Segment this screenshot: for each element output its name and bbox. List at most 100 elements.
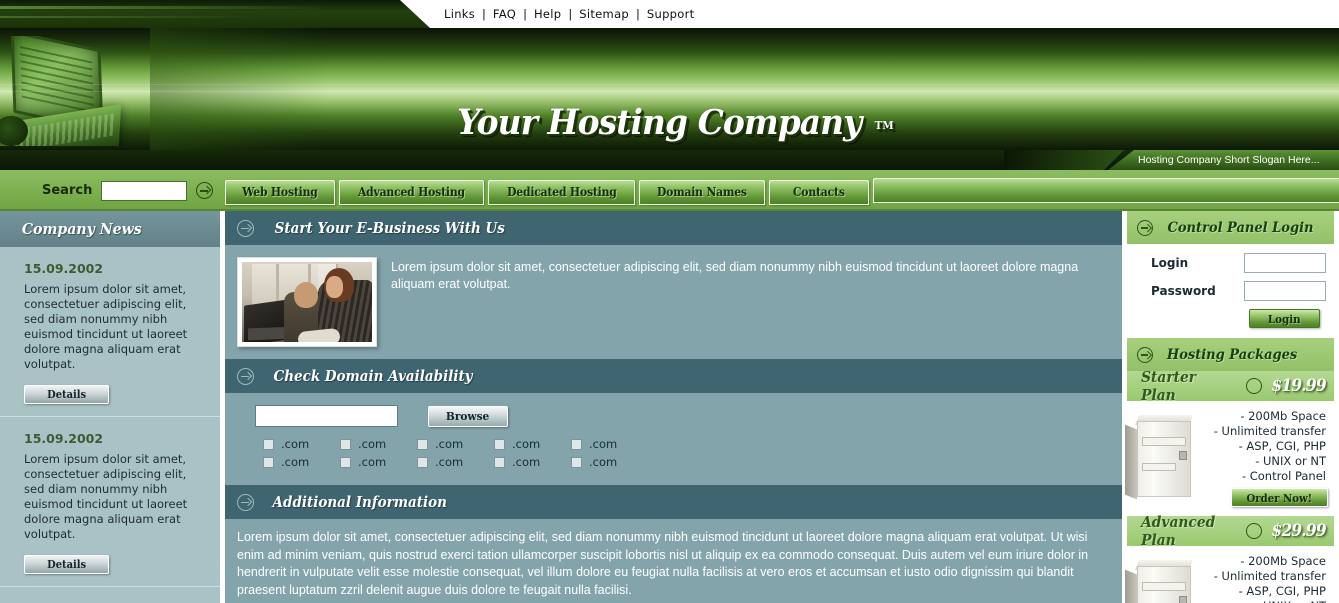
corner-streak-secondary	[0, 16, 260, 18]
login-submit-label: Login	[1268, 311, 1302, 326]
desktop-computer-icon	[1125, 552, 1203, 603]
tld-option: .com	[340, 437, 417, 451]
tld-option: .com	[263, 437, 340, 451]
login-form: Login Password Login	[1127, 244, 1334, 338]
domain-body: Browse .com .com .com .com .com .com .co…	[225, 393, 1122, 485]
pc-optical-drive	[1142, 437, 1186, 446]
plan-feature: - ASP, CGI, PHP	[1238, 439, 1326, 453]
tld-option: .com	[571, 437, 648, 451]
news-details-button[interactable]: Details	[24, 555, 109, 574]
tld-option: .com	[494, 437, 571, 451]
slogan-bar: Hosting Company Short Slogan Here...	[0, 150, 1339, 170]
tab-advanced-hosting[interactable]: Advanced Hosting	[338, 179, 484, 205]
section-header-additional: Additional Information	[225, 485, 1122, 519]
intro-photo	[237, 257, 377, 347]
login-input[interactable]	[1244, 253, 1326, 273]
plan-price: $19.99	[1271, 376, 1326, 396]
control-panel-login-title: Control Panel Login	[1167, 219, 1314, 236]
tab-contacts[interactable]: Contacts	[769, 179, 870, 205]
top-link-support[interactable]: Support	[640, 7, 702, 21]
slogan-diagonal-accent	[1004, 150, 1124, 170]
arrow-right-circle-icon	[1245, 378, 1262, 394]
news-item: 15.09.2002 Lorem ipsum dolor sit amet, c…	[0, 417, 220, 542]
arrow-right-circle-icon	[237, 367, 254, 385]
news-details-button[interactable]: Details	[24, 385, 109, 404]
tld-checkbox[interactable]	[494, 456, 505, 468]
pc-side-panel	[1125, 424, 1137, 500]
additional-title: Additional Information	[272, 493, 447, 511]
browse-button[interactable]: Browse	[428, 405, 508, 427]
plan-feature: - Control Panel	[1241, 469, 1326, 483]
tld-option: .com	[263, 455, 340, 469]
plan-feature: - Unlimited transfer	[1213, 424, 1326, 438]
desktop-computer-icon	[1125, 407, 1203, 500]
plan-name: Advanced Plan	[1141, 513, 1216, 549]
tld-option: .com	[417, 437, 494, 451]
tld-label: .com	[512, 455, 541, 469]
news-details-label: Details	[47, 388, 86, 401]
tld-checkbox[interactable]	[571, 438, 582, 450]
tld-label: .com	[512, 437, 541, 451]
plan-header-starter: Starter Plan $19.99	[1127, 368, 1334, 404]
tld-option: .com	[571, 455, 648, 469]
tld-row-1: .com .com .com .com .com	[255, 437, 1108, 451]
tld-label: .com	[281, 455, 310, 469]
tld-checkbox[interactable]	[340, 438, 351, 450]
news-text: Lorem ipsum dolor sit amet, consectetuer…	[24, 452, 188, 541]
plan-feature: - 200Mb Space	[1240, 554, 1326, 568]
order-now-button[interactable]: Order Now!	[1231, 488, 1328, 507]
tab-web-hosting[interactable]: Web Hosting	[225, 179, 335, 205]
tld-checkbox[interactable]	[571, 456, 582, 468]
plan-feature: - UNIX or NT	[1203, 599, 1326, 603]
main-nav-tabs: Web Hosting Advanced Hosting Dedicated H…	[225, 177, 870, 205]
tld-checkbox[interactable]	[340, 456, 351, 468]
pc-side-panel	[1125, 569, 1137, 603]
tld-checkbox[interactable]	[263, 456, 274, 468]
tld-checkbox[interactable]	[417, 438, 428, 450]
plan-body-advanced: - 200Mb Space - Unlimited transfer - ASP…	[1125, 546, 1334, 603]
laptop-screen-lines	[20, 45, 94, 113]
search-label: Search	[42, 183, 93, 198]
plan-feature: - Unlimited transfer	[1213, 569, 1326, 583]
corner-streak	[0, 6, 330, 9]
pc-power-led	[1179, 451, 1187, 460]
tld-label: .com	[358, 437, 387, 451]
tld-row-2: .com .com .com .com .com	[255, 455, 1108, 469]
intro-body: Lorem ipsum dolor sit amet, consectetuer…	[225, 245, 1122, 359]
arrow-right-circle-icon	[1137, 346, 1153, 363]
order-now-label: Order Now!	[1246, 490, 1313, 505]
company-news-header: Company News	[0, 211, 220, 247]
news-date: 15.09.2002	[24, 261, 104, 276]
tld-checkbox[interactable]	[417, 456, 428, 468]
news-text: Lorem ipsum dolor sit amet, consectetuer…	[24, 282, 188, 371]
tld-checkbox[interactable]	[494, 438, 505, 450]
top-link-help[interactable]: Help	[527, 7, 568, 21]
arrow-right-circle-icon	[1137, 219, 1153, 236]
login-label: Login	[1151, 256, 1189, 270]
top-link-faq[interactable]: FAQ	[486, 7, 523, 21]
nav-filler	[873, 178, 1339, 203]
tld-checkbox[interactable]	[263, 438, 274, 450]
top-link-sitemap[interactable]: Sitemap	[572, 7, 636, 21]
top-corner-graphic	[0, 0, 430, 28]
tab-dedicated-hosting[interactable]: Dedicated Hosting	[487, 179, 636, 205]
top-link-links[interactable]: Links	[437, 7, 482, 21]
domain-input[interactable]	[255, 405, 398, 427]
password-input[interactable]	[1244, 281, 1326, 301]
plan-feature: - 200Mb Space	[1240, 409, 1326, 423]
login-submit-button[interactable]: Login	[1249, 309, 1320, 328]
section-header-intro: Start Your E-Business With Us	[225, 211, 1122, 245]
top-links: Links | FAQ | Help | Sitemap | Support	[437, 7, 701, 21]
banner-fade	[150, 28, 330, 150]
search-input[interactable]	[101, 180, 188, 201]
tab-label: Contacts	[793, 185, 846, 199]
site-logo-text: Your Hosting Company	[457, 102, 862, 143]
plan-body-starter: - 200Mb Space - Unlimited transfer - ASP…	[1125, 401, 1334, 511]
laptop-keyboard	[13, 113, 115, 146]
header-banner: Your Hosting Company TM	[0, 28, 1339, 150]
plan-features: - 200Mb Space - Unlimited transfer - ASP…	[1203, 552, 1328, 603]
tab-domain-names[interactable]: Domain Names	[639, 179, 766, 205]
tld-label: .com	[589, 437, 618, 451]
nav-row: Search Web Hosting Advanced Hosting Dedi…	[0, 170, 1339, 211]
search-submit-arrow-icon[interactable]	[196, 182, 214, 199]
